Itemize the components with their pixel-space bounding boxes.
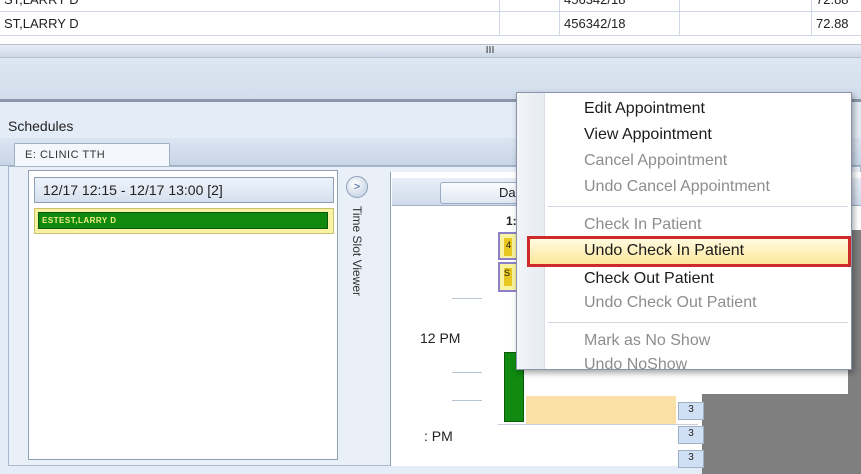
- appointment-marker: S: [504, 268, 512, 286]
- appointment-label: 4: [506, 240, 512, 250]
- unavailable-block: [702, 394, 861, 474]
- time-slot-header[interactable]: 12/17 12:15 - 12/17 13:00 [2]: [34, 177, 334, 203]
- menu-item-check-out-patient[interactable]: Check Out Patient: [584, 268, 714, 290]
- time-label: 12 PM: [420, 330, 461, 346]
- tab-clinic[interactable]: E: CLINIC TTH: [14, 143, 170, 167]
- patient-id-cell: 456342/18: [560, 0, 680, 12]
- menu-item-edit-appointment[interactable]: Edit Appointment: [584, 98, 705, 120]
- extra-cell: 72.88: [812, 0, 861, 12]
- empty-cell: [500, 12, 560, 36]
- horizontal-scrollbar[interactable]: III: [0, 44, 861, 58]
- menu-item-undo-check-out-patient[interactable]: Undo Check Out Patient: [584, 292, 757, 314]
- empty-cell: [500, 0, 560, 12]
- patient-name-cell: ST,LARRY D: [0, 0, 500, 12]
- selected-slot-row[interactable]: [526, 396, 676, 424]
- slot-count: 3: [678, 450, 704, 468]
- scrollbar-grip[interactable]: III: [480, 45, 500, 57]
- menu-item-view-appointment[interactable]: View Appointment: [584, 124, 712, 146]
- schedules-title: Schedules: [8, 118, 74, 134]
- time-tick: [452, 298, 482, 299]
- menu-item-mark-as-no-show[interactable]: Mark as No Show: [584, 330, 710, 352]
- extra-cell: 72.88: [816, 16, 849, 31]
- menu-item-undo-noshow[interactable]: Undo NoShow: [584, 354, 687, 370]
- time-tick: [452, 372, 482, 373]
- slot-count: 3: [678, 426, 704, 444]
- menu-item-cancel-appointment[interactable]: Cancel Appointment: [584, 150, 727, 172]
- slot-patient-item[interactable]: ESTEST,LARRY D: [38, 212, 328, 229]
- time-slot-viewer-label: Time Slot Viewer: [350, 206, 364, 297]
- patient-grid: ST,LARRY D 456342/18 72.88 ST,LARRY D 45…: [0, 0, 861, 50]
- slot-count: 3: [678, 402, 704, 420]
- menu-icon-gutter: [517, 93, 545, 369]
- menu-item-undo-cancel-appointment[interactable]: Undo Cancel Appointment: [584, 176, 770, 198]
- empty-cell: [680, 0, 812, 12]
- menu-item-check-in-patient[interactable]: Check In Patient: [584, 214, 701, 236]
- menu-separator: [548, 206, 848, 207]
- table-row[interactable]: ST,LARRY D 456342/18 72.88: [0, 12, 861, 36]
- expand-arrow-button[interactable]: >: [346, 176, 368, 198]
- empty-cell: [680, 12, 812, 36]
- patient-id-cell: 456342/18: [560, 12, 680, 36]
- row-divider: [498, 424, 698, 425]
- patient-name-cell: ST,LARRY D: [0, 12, 500, 36]
- menu-separator: [548, 322, 848, 323]
- menu-item-undo-check-in-patient[interactable]: Undo Check In Patient: [584, 240, 744, 262]
- time-label: : PM: [424, 428, 453, 444]
- time-tick: [452, 400, 482, 401]
- table-row[interactable]: ST,LARRY D 456342/18 72.88: [0, 0, 861, 12]
